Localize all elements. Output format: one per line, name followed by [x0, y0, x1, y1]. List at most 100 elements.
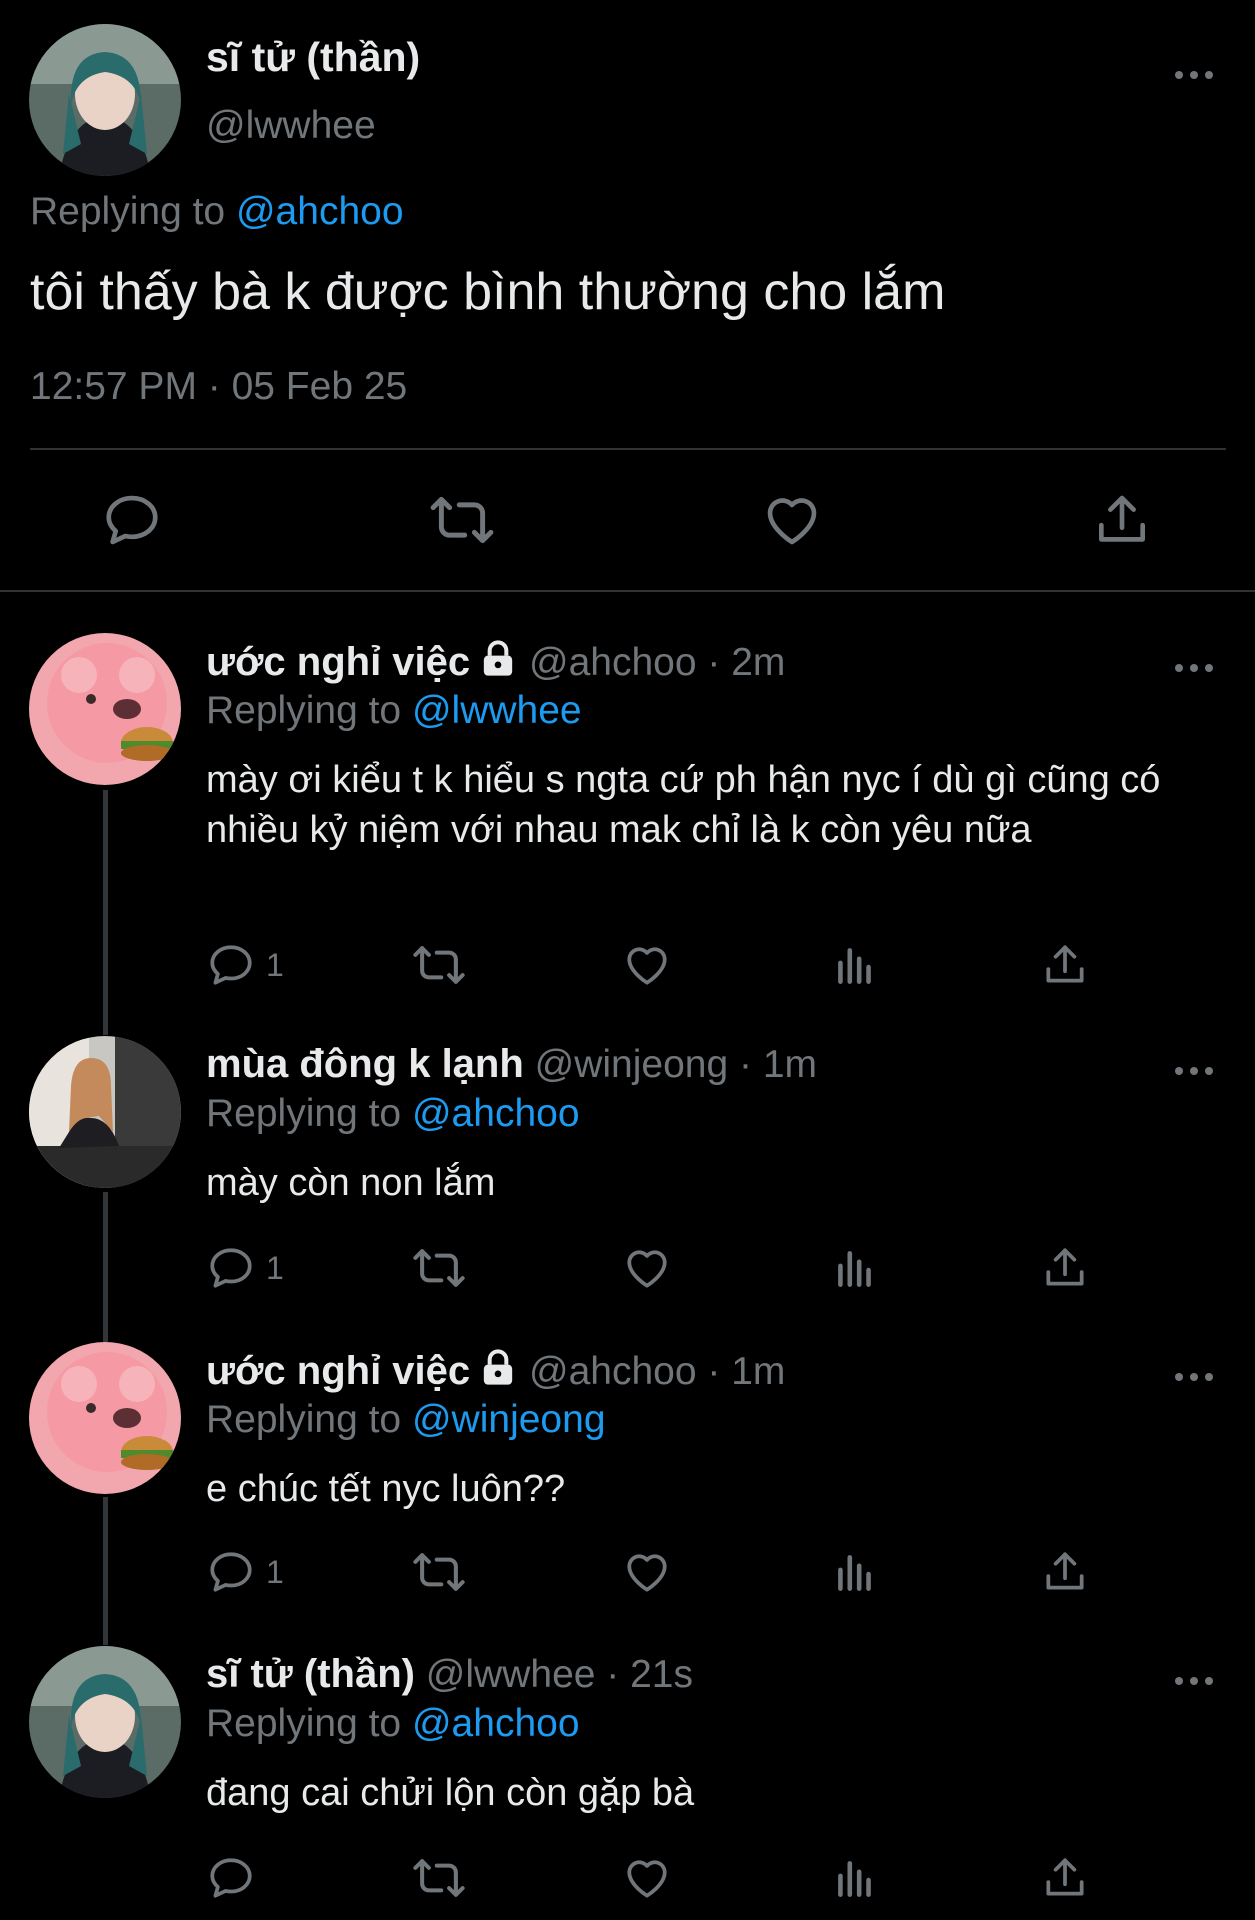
reply-button[interactable]: 1	[206, 1546, 284, 1598]
like-icon	[622, 1547, 672, 1597]
retweet-button[interactable]	[412, 1546, 466, 1598]
reply-button[interactable]	[206, 1852, 266, 1904]
more-options-icon[interactable]	[1172, 653, 1216, 683]
reply-time[interactable]: · 1m	[707, 1350, 785, 1393]
share-icon	[1091, 489, 1153, 551]
like-button[interactable]	[756, 484, 828, 556]
reply-author-name[interactable]: mùa đông k lạnh	[206, 1042, 524, 1086]
reply-action-bar: 1	[206, 1242, 1106, 1294]
reply-header: sĩ tử (thần) @lwwhee · 21s	[206, 1652, 693, 1697]
retweet-icon	[412, 1851, 466, 1905]
avatar-lwwhee[interactable]	[29, 24, 181, 176]
like-button[interactable]	[622, 1852, 672, 1904]
replying-label: Replying to	[206, 1092, 402, 1135]
like-icon	[761, 489, 823, 551]
reply-header: mùa đông k lạnh @winjeong · 1m	[206, 1042, 817, 1087]
reply-text: đang cai chửi lộn còn gặp bà	[206, 1772, 695, 1814]
more-options-icon[interactable]	[1172, 1056, 1216, 1086]
reply-icon	[101, 489, 163, 551]
reply-time[interactable]: · 2m	[707, 641, 785, 684]
like-icon	[622, 1243, 672, 1293]
views-icon	[830, 1243, 880, 1293]
views-button[interactable]	[830, 1546, 880, 1598]
replying-to-link[interactable]: @winjeong	[412, 1398, 606, 1441]
share-button[interactable]	[1040, 1852, 1090, 1904]
reply-tweet: ước nghỉ việc @ahchoo · 2m Replying to @…	[0, 633, 1255, 993]
reply-author-handle[interactable]: @winjeong	[535, 1043, 729, 1086]
reply-count: 1	[266, 1553, 284, 1590]
reply-time[interactable]: · 21s	[606, 1653, 693, 1696]
retweet-icon	[429, 487, 495, 553]
share-button[interactable]	[1040, 939, 1090, 991]
avatar-ahchoo[interactable]	[29, 633, 181, 785]
retweet-icon	[412, 1241, 466, 1295]
like-icon	[622, 1853, 672, 1903]
reply-author-name[interactable]: ước nghỉ việc	[206, 640, 470, 684]
reply-button[interactable]	[96, 484, 168, 556]
reply-action-bar: 1	[206, 939, 1106, 991]
share-button[interactable]	[1040, 1242, 1090, 1294]
share-button[interactable]	[1040, 1546, 1090, 1598]
reply-time[interactable]: · 1m	[739, 1043, 817, 1086]
reply-author-handle[interactable]: @ahchoo	[529, 641, 697, 684]
reply-button[interactable]: 1	[206, 939, 284, 991]
replying-label: Replying to	[30, 190, 226, 233]
like-button[interactable]	[622, 939, 672, 991]
replying-label: Replying to	[206, 1398, 402, 1441]
reply-author-handle[interactable]: @lwwhee	[426, 1653, 596, 1696]
main-tweet: sĩ tử (thần) @lwwhee Replying to @ahchoo…	[0, 0, 1255, 592]
replying-to-link[interactable]: @ahchoo	[236, 190, 404, 233]
reply-header: ước nghỉ việc @ahchoo · 2m	[206, 639, 785, 685]
share-icon	[1040, 1243, 1090, 1293]
replying-to-line: Replying to @ahchoo	[206, 1702, 580, 1746]
avatar-lwwhee[interactable]	[29, 1646, 181, 1798]
replying-to-link[interactable]: @ahchoo	[412, 1092, 580, 1135]
reply-icon	[206, 1243, 256, 1293]
section-divider	[0, 590, 1255, 592]
retweet-button[interactable]	[426, 484, 498, 556]
more-options-icon[interactable]	[1172, 1666, 1216, 1696]
share-button[interactable]	[1086, 484, 1158, 556]
like-button[interactable]	[622, 1546, 672, 1598]
replying-to-line: Replying to @ahchoo	[30, 190, 404, 234]
reply-tweet: sĩ tử (thần) @lwwhee · 21s Replying to @…	[0, 1646, 1255, 1920]
replying-to-line: Replying to @ahchoo	[206, 1092, 580, 1136]
reply-icon	[206, 1547, 256, 1597]
more-options-icon[interactable]	[1172, 1362, 1216, 1392]
avatar-ahchoo[interactable]	[29, 1342, 181, 1494]
replying-to-link[interactable]: @ahchoo	[412, 1702, 580, 1745]
views-icon	[830, 1853, 880, 1903]
tweet-timestamp[interactable]: 12:57 PM · 05 Feb 25	[30, 365, 407, 409]
retweet-button[interactable]	[412, 1242, 466, 1294]
views-button[interactable]	[830, 939, 880, 991]
avatar-winjeong[interactable]	[29, 1036, 181, 1188]
main-action-bar	[0, 484, 1255, 556]
reply-button[interactable]: 1	[206, 1242, 284, 1294]
share-icon	[1040, 1547, 1090, 1597]
reply-count: 1	[266, 946, 284, 983]
retweet-icon	[412, 1545, 466, 1599]
views-button[interactable]	[830, 1242, 880, 1294]
reply-action-bar: 1	[206, 1546, 1106, 1598]
retweet-button[interactable]	[412, 939, 466, 991]
retweet-button[interactable]	[412, 1852, 466, 1904]
retweet-icon	[412, 938, 466, 992]
like-icon	[622, 940, 672, 990]
reply-author-name[interactable]: sĩ tử (thần)	[206, 1652, 415, 1696]
reply-icon	[206, 940, 256, 990]
reply-author-name[interactable]: ước nghỉ việc	[206, 1349, 470, 1393]
author-name[interactable]: sĩ tử (thần)	[206, 34, 420, 81]
share-icon	[1040, 1853, 1090, 1903]
like-button[interactable]	[622, 1242, 672, 1294]
share-icon	[1040, 940, 1090, 990]
replying-to-link[interactable]: @lwwhee	[412, 689, 582, 732]
reply-tweet: ước nghỉ việc @ahchoo · 1m Replying to @…	[0, 1342, 1255, 1622]
reply-tweet: mùa đông k lạnh @winjeong · 1m Replying …	[0, 1036, 1255, 1316]
replying-label: Replying to	[206, 689, 402, 732]
views-button[interactable]	[830, 1852, 880, 1904]
more-options-icon[interactable]	[1172, 60, 1216, 90]
author-handle[interactable]: @lwwhee	[206, 104, 376, 148]
reply-author-handle[interactable]: @ahchoo	[529, 1350, 697, 1393]
views-icon	[830, 940, 880, 990]
reply-text: e chúc tết nyc luôn??	[206, 1468, 566, 1510]
